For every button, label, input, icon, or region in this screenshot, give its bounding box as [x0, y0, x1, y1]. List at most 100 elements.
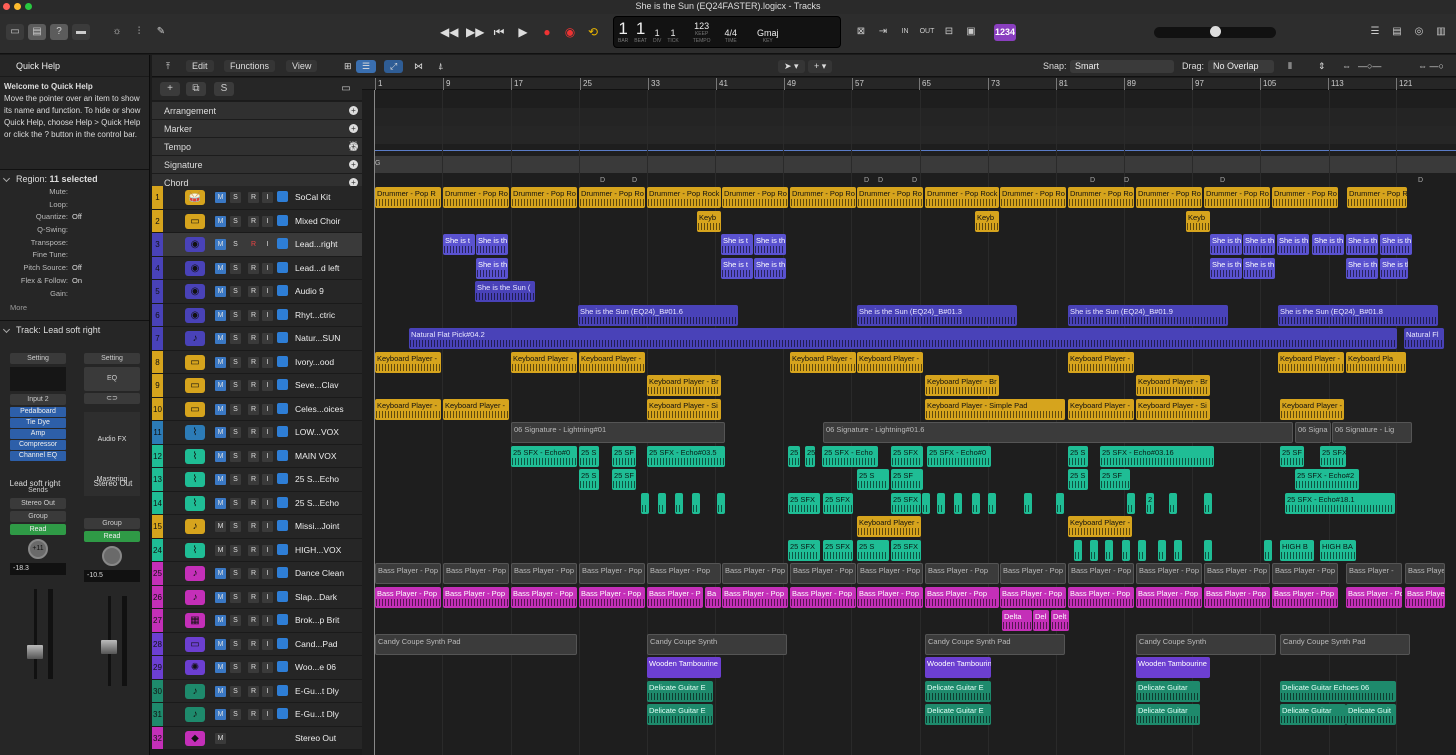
region[interactable]: 25 SFX: [788, 539, 820, 561]
automation-read-button-2[interactable]: Read: [84, 531, 140, 542]
track-r-button[interactable]: R: [248, 638, 259, 650]
region[interactable]: Bass Player - Pop: [857, 586, 923, 608]
track-m-button[interactable]: M: [215, 732, 226, 744]
playhead[interactable]: [374, 90, 375, 755]
track-m-button[interactable]: M: [215, 239, 226, 250]
region[interactable]: Drummer - Pop R: [375, 187, 441, 208]
track-s-button[interactable]: S: [230, 403, 241, 415]
track-r-button[interactable]: R: [248, 309, 259, 321]
global-track-marker[interactable]: Marker +: [152, 119, 362, 137]
track-s-button[interactable]: S: [230, 709, 241, 720]
track-i-button[interactable]: I: [262, 709, 273, 720]
region[interactable]: Drummer - Pop Ro: [443, 187, 509, 208]
chord-marker[interactable]: D: [1418, 177, 1423, 184]
track-s-button[interactable]: S: [230, 662, 241, 673]
param-value[interactable]: Off: [72, 263, 82, 276]
track-name[interactable]: Audio 9: [295, 286, 324, 296]
setting-button-2[interactable]: Setting: [84, 353, 140, 364]
hide-icon[interactable]: ⍋: [432, 60, 449, 73]
track-i-button[interactable]: I: [262, 427, 273, 438]
track-header[interactable]: 10 ▭ M S R I Celes...oices: [152, 397, 362, 421]
global-track-arrangement[interactable]: Arrangement +: [152, 101, 362, 119]
region[interactable]: 25 S: [1068, 469, 1088, 490]
track-m-button[interactable]: M: [215, 497, 226, 509]
short-region[interactable]: [1138, 539, 1146, 561]
region[interactable]: Candy Coupe Synth Pad: [1280, 633, 1410, 655]
track-header[interactable]: 25 ♪ M S R I Dance Clean: [152, 562, 362, 586]
region[interactable]: Bass Player - Pop: [511, 563, 577, 584]
track-automation-button[interactable]: [277, 191, 288, 202]
browser-icon[interactable]: ▥: [1432, 24, 1450, 40]
track-m-button[interactable]: M: [215, 544, 226, 556]
region[interactable]: Drummer - Pop Ro: [1204, 187, 1270, 208]
grid-view-icon[interactable]: ⊞: [338, 60, 358, 73]
track-i-button[interactable]: I: [262, 403, 273, 415]
region[interactable]: Bass Playe: [1405, 586, 1445, 608]
region[interactable]: 25 SFX: [823, 492, 853, 514]
track-r-button[interactable]: R: [248, 497, 259, 509]
region[interactable]: Bass Player - Pop: [1204, 586, 1270, 608]
list-editors-icon[interactable]: ☰: [1366, 24, 1384, 40]
track-name[interactable]: Mixed Choir: [295, 216, 340, 226]
region[interactable]: Bass Player - Pop: [1272, 586, 1338, 608]
region[interactable]: Keyboard Player -: [579, 351, 645, 373]
track-header[interactable]: 28 ▭ M S R I Cand...Pad: [152, 632, 362, 656]
add-global-icon[interactable]: +: [349, 160, 358, 169]
track-i-button[interactable]: I: [262, 215, 273, 227]
region[interactable]: Drummer - Pop Ro: [790, 187, 856, 208]
region[interactable]: She is th: [1312, 234, 1344, 255]
plugin-slot[interactable]: Amp: [10, 429, 66, 439]
region[interactable]: She is th: [1210, 234, 1242, 255]
region[interactable]: Keyboard Player - Simple Pad: [925, 398, 1065, 420]
region[interactable]: 25 SFX: [1320, 445, 1346, 467]
track-i-button[interactable]: I: [262, 662, 273, 673]
region[interactable]: Candy Coupe Synth Pad: [925, 633, 1065, 655]
region[interactable]: Drummer - Pop Rock: [1347, 187, 1407, 208]
go-to-start-icon[interactable]: ⏮: [490, 24, 508, 40]
region[interactable]: Ba: [705, 586, 721, 608]
track-i-button[interactable]: I: [262, 450, 273, 462]
global-solo-icon[interactable]: S: [214, 82, 234, 96]
track-m-button[interactable]: M: [215, 615, 226, 626]
track-header[interactable]: 5 ◉ M S R I Audio 9: [152, 280, 362, 304]
region[interactable]: 06 Signature - Lightning#01.6: [823, 422, 1293, 443]
track-name[interactable]: LOW...VOX: [295, 427, 339, 437]
track-name[interactable]: Stereo Out: [295, 733, 336, 743]
param-value[interactable]: On: [72, 276, 82, 289]
track-s-button[interactable]: S: [230, 286, 241, 297]
record-icon[interactable]: ●: [538, 24, 556, 40]
short-region[interactable]: [717, 492, 725, 514]
track-m-button[interactable]: M: [215, 638, 226, 650]
region[interactable]: She is t: [443, 234, 475, 255]
region[interactable]: Bass Player - Pop: [790, 586, 856, 608]
short-region[interactable]: [1204, 492, 1212, 514]
output-button[interactable]: Stereo Out: [10, 498, 66, 509]
region[interactable]: Keyboard Player - Si: [647, 398, 721, 420]
metronome-icon[interactable]: ▣: [962, 24, 980, 40]
volume-fader[interactable]: [10, 589, 66, 685]
region[interactable]: She is th: [1210, 257, 1242, 279]
region-param-row[interactable]: Gain:: [0, 289, 149, 302]
track-r-button[interactable]: R: [248, 615, 259, 626]
track-m-button[interactable]: M: [215, 568, 226, 579]
fader-cap[interactable]: [27, 645, 43, 659]
short-region[interactable]: [1024, 492, 1032, 514]
region[interactable]: Delt: [1051, 610, 1069, 631]
track-r-button[interactable]: R: [248, 521, 259, 532]
track-name[interactable]: 25 S...Echo: [295, 474, 339, 484]
region[interactable]: 25 SFX - Echo: [822, 445, 878, 467]
smart-controls-icon[interactable]: ☼: [108, 24, 126, 40]
bar-ruler[interactable]: 1 9 17 25 33 41 49 57 65 73 81 89 97 105 113 121: [362, 78, 1456, 90]
fast-forward-icon[interactable]: ▶▶: [466, 24, 484, 40]
region[interactable]: 25 SFX: [891, 445, 923, 467]
region[interactable]: 06 Signature - Lightning#01: [511, 422, 725, 443]
count-in-button[interactable]: 1234: [994, 24, 1016, 41]
track-r-button[interactable]: R: [248, 262, 259, 274]
track-automation-button[interactable]: [277, 238, 288, 249]
track-m-button[interactable]: M: [215, 215, 226, 227]
catch-icon[interactable]: ⤒: [160, 60, 176, 73]
region[interactable]: Keyboard Player -: [1068, 351, 1134, 373]
eq-button[interactable]: EQ: [84, 367, 140, 391]
chord-marker[interactable]: D: [1124, 177, 1129, 184]
track-header[interactable]: 4 ◉ M S R I Lead...d left: [152, 256, 362, 280]
